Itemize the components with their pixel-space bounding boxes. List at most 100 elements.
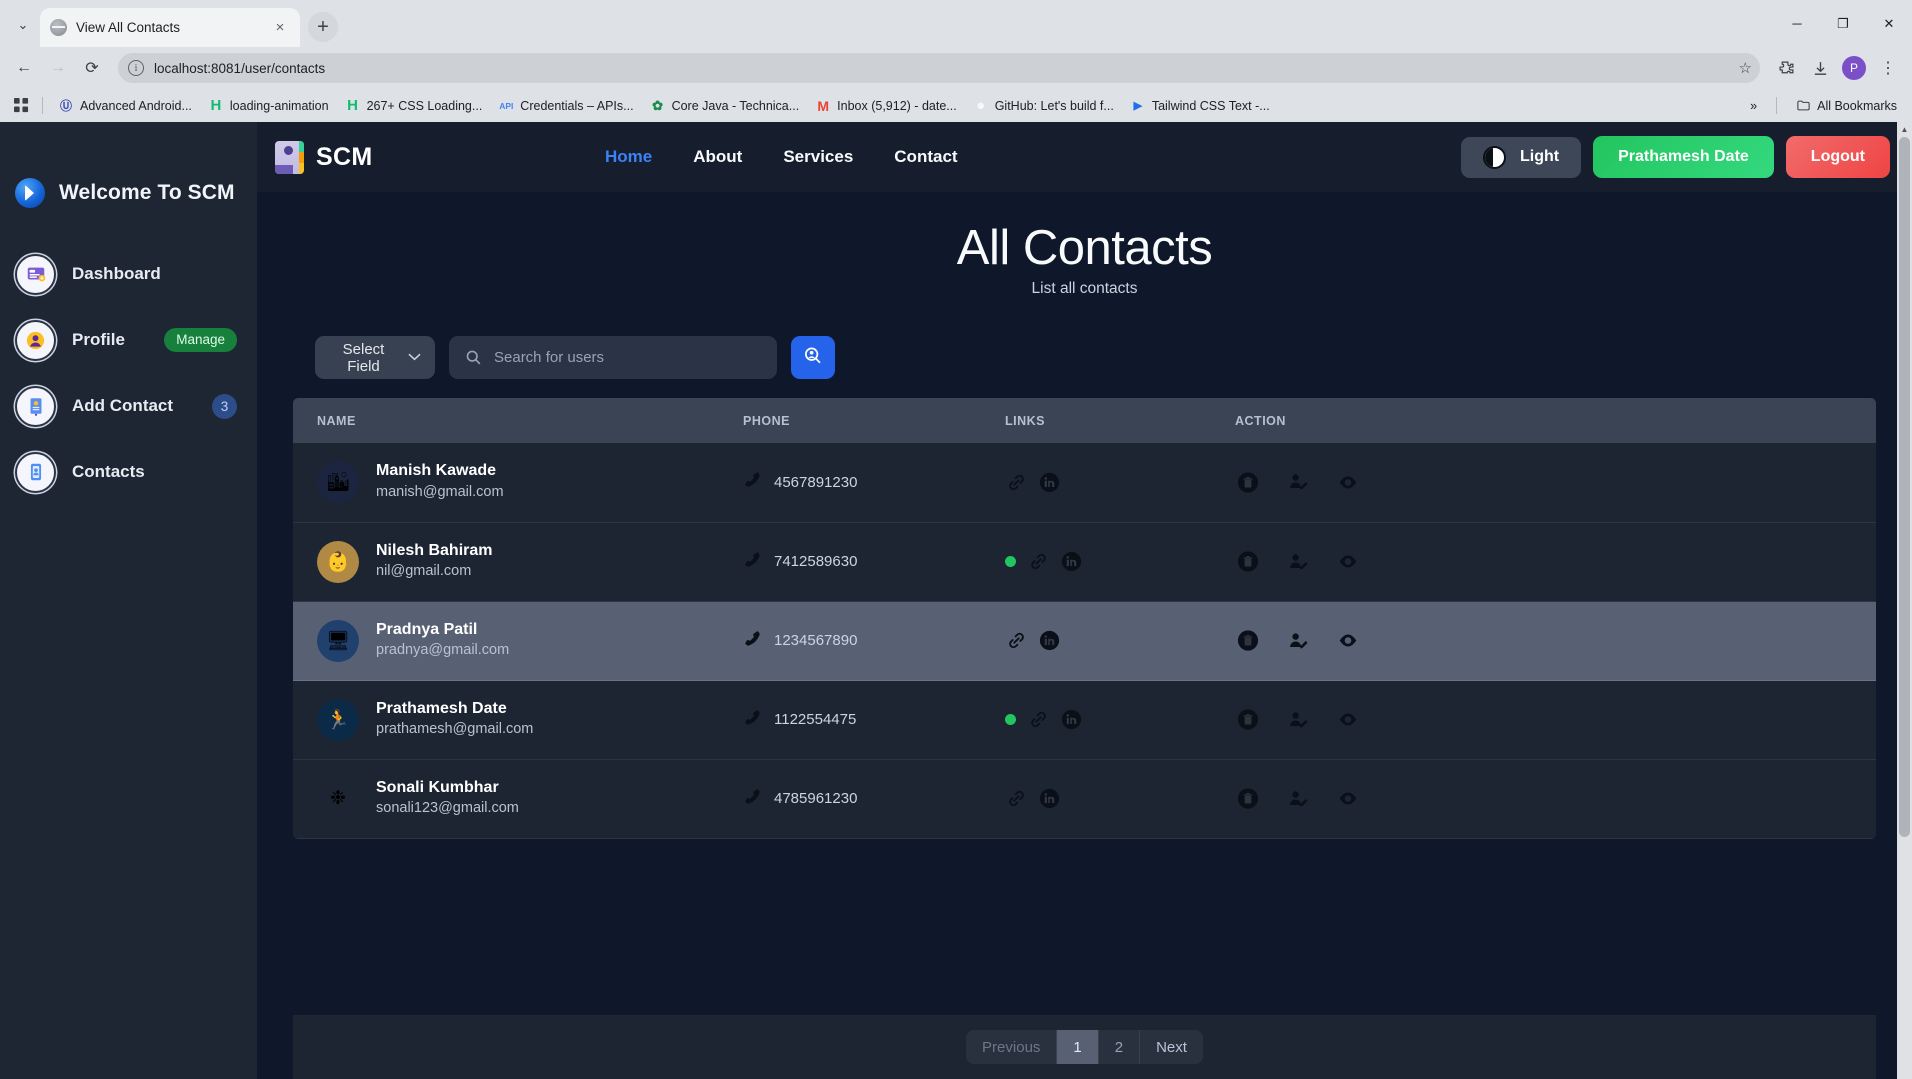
- page-scrollbar[interactable]: ▲: [1897, 122, 1912, 1079]
- delete-icon[interactable]: [1237, 471, 1259, 493]
- edit-user-icon[interactable]: [1287, 630, 1309, 652]
- delete-icon[interactable]: [1237, 551, 1259, 573]
- table-row[interactable]: 👶 Nilesh Bahiram nil@gmail.com 7412589630: [293, 522, 1876, 601]
- linkedin-icon[interactable]: [1038, 630, 1060, 652]
- table-row[interactable]: 🏙 Manish Kawade manish@gmail.com 4567891230: [293, 443, 1876, 522]
- cell-links: [1005, 759, 1235, 838]
- avatar: 🖥: [317, 619, 359, 662]
- view-icon[interactable]: [1337, 471, 1359, 493]
- pagination-next[interactable]: Next: [1140, 1030, 1203, 1064]
- select-field-dropdown[interactable]: Select Field: [315, 336, 435, 379]
- sidebar-item-profile[interactable]: Profile Manage: [0, 314, 257, 366]
- nav-link-contact[interactable]: Contact: [894, 147, 957, 167]
- browser-tab[interactable]: View All Contacts ×: [40, 8, 300, 47]
- window-close-icon[interactable]: ✕: [1866, 0, 1912, 47]
- view-icon[interactable]: [1337, 630, 1359, 652]
- linkedin-icon[interactable]: [1038, 788, 1060, 810]
- forward-icon[interactable]: →: [42, 52, 74, 84]
- site-info-icon[interactable]: i: [128, 60, 144, 76]
- contact-email: pradnya@gmail.com: [376, 642, 510, 659]
- nav-link-services[interactable]: Services: [783, 147, 853, 167]
- navbar-actions: Light Prathamesh Date Logout: [1460, 136, 1890, 178]
- link-icon[interactable]: [1005, 788, 1027, 810]
- logout-button[interactable]: Logout: [1785, 136, 1890, 178]
- back-icon[interactable]: ←: [8, 52, 40, 84]
- link-icon[interactable]: [1027, 709, 1049, 731]
- delete-icon[interactable]: [1237, 788, 1259, 810]
- nav-link-about[interactable]: About: [693, 147, 742, 167]
- bookmark-item[interactable]: Ⓤ Advanced Android...: [51, 93, 199, 119]
- browser-menu-icon[interactable]: ⋮: [1872, 52, 1904, 84]
- linkedin-icon[interactable]: [1060, 551, 1082, 573]
- bookmark-item[interactable]: H 267+ CSS Loading...: [338, 93, 490, 119]
- tab-list-chevron-icon[interactable]: ⌄: [6, 6, 40, 44]
- all-bookmarks-button[interactable]: All Bookmarks: [1789, 95, 1904, 116]
- download-icon[interactable]: [1804, 52, 1836, 84]
- navbar-brand[interactable]: SCM: [275, 140, 605, 174]
- search-box[interactable]: [449, 336, 777, 379]
- sidebar-item-contacts[interactable]: Contacts: [0, 446, 257, 498]
- edit-user-icon[interactable]: [1287, 709, 1309, 731]
- bookmark-item[interactable]: M Inbox (5,912) - date...: [808, 93, 964, 119]
- manage-badge[interactable]: Manage: [164, 327, 237, 353]
- pagination-page-1[interactable]: 1: [1057, 1030, 1099, 1064]
- bookmarks-overflow-button[interactable]: »: [1743, 93, 1764, 119]
- link-icon[interactable]: [1005, 630, 1027, 652]
- search-submit-button[interactable]: [791, 336, 835, 379]
- edit-user-icon[interactable]: [1287, 551, 1309, 573]
- edit-user-icon[interactable]: [1287, 471, 1309, 493]
- delete-icon[interactable]: [1237, 709, 1259, 731]
- contact-phone: 4785961230: [774, 790, 858, 807]
- cell-links: [1005, 522, 1235, 601]
- main-area: All Contacts List all contacts Select Fi…: [257, 192, 1912, 839]
- navbar-links: Home About Services Contact: [605, 147, 1461, 167]
- reload-icon[interactable]: ⟳: [76, 52, 108, 84]
- avatar[interactable]: P: [1842, 56, 1866, 80]
- pagination-previous[interactable]: Previous: [966, 1030, 1058, 1064]
- close-icon[interactable]: ×: [270, 18, 290, 38]
- user-name-button[interactable]: Prathamesh Date: [1593, 136, 1774, 178]
- scrollbar-thumb[interactable]: [1899, 137, 1910, 837]
- pagination-page-2[interactable]: 2: [1099, 1030, 1141, 1064]
- view-icon[interactable]: [1337, 709, 1359, 731]
- window-controls: ─ ❐ ✕: [1774, 0, 1912, 47]
- bookmark-item[interactable]: ● GitHub: Let's build f...: [966, 93, 1121, 119]
- view-icon[interactable]: [1337, 551, 1359, 573]
- cell-action: [1235, 443, 1876, 522]
- bookmark-item[interactable]: API Credentials – APIs...: [491, 93, 640, 119]
- link-icon[interactable]: [1027, 551, 1049, 573]
- sidebar-item-add-contact[interactable]: Add Contact 3: [0, 380, 257, 432]
- search-input[interactable]: [494, 349, 761, 366]
- linkedin-icon[interactable]: [1038, 471, 1060, 493]
- new-tab-button[interactable]: +: [308, 12, 338, 42]
- address-bar[interactable]: i localhost:8081/user/contacts ☆: [118, 53, 1760, 83]
- delete-icon[interactable]: [1237, 630, 1259, 652]
- table-row[interactable]: 🏃 Prathamesh Date prathamesh@gmail.com 1122…: [293, 680, 1876, 759]
- sidebar-item-label: Profile: [72, 330, 125, 349]
- bookmark-star-icon[interactable]: ☆: [1739, 59, 1752, 77]
- cell-name: 🏃 Prathamesh Date prathamesh@gmail.com: [293, 680, 743, 759]
- maximize-icon[interactable]: ❐: [1820, 0, 1866, 47]
- table-row[interactable]: 🖥 Pradnya Patil pradnya@gmail.com 123456789…: [293, 601, 1876, 680]
- add-contact-count-badge: 3: [212, 393, 237, 419]
- sidebar-item-dashboard[interactable]: Dashboard: [0, 248, 257, 300]
- cell-action: [1235, 601, 1876, 680]
- sidebar-item-label: Dashboard: [72, 264, 161, 283]
- contact-phone: 1234567890: [774, 632, 858, 649]
- scroll-up-icon[interactable]: ▲: [1897, 122, 1912, 137]
- cell-phone: 4785961230: [743, 759, 1005, 838]
- cell-action: [1235, 680, 1876, 759]
- minimize-icon[interactable]: ─: [1774, 0, 1820, 47]
- bookmark-item[interactable]: H loading-animation: [201, 93, 336, 119]
- puzzle-icon[interactable]: [1770, 52, 1802, 84]
- nav-link-home[interactable]: Home: [605, 147, 652, 167]
- bookmark-item[interactable]: ▶ Tailwind CSS Text -...: [1123, 93, 1277, 119]
- bookmark-item[interactable]: ✿ Core Java - Technica...: [643, 93, 807, 119]
- apps-grid-icon[interactable]: [8, 93, 34, 119]
- linkedin-icon[interactable]: [1060, 709, 1082, 731]
- link-icon[interactable]: [1005, 471, 1027, 493]
- theme-toggle-button[interactable]: Light: [1460, 136, 1582, 178]
- view-icon[interactable]: [1337, 788, 1359, 810]
- table-row[interactable]: ❉ Sonali Kumbhar sonali123@gmail.com 478596…: [293, 759, 1876, 838]
- edit-user-icon[interactable]: [1287, 788, 1309, 810]
